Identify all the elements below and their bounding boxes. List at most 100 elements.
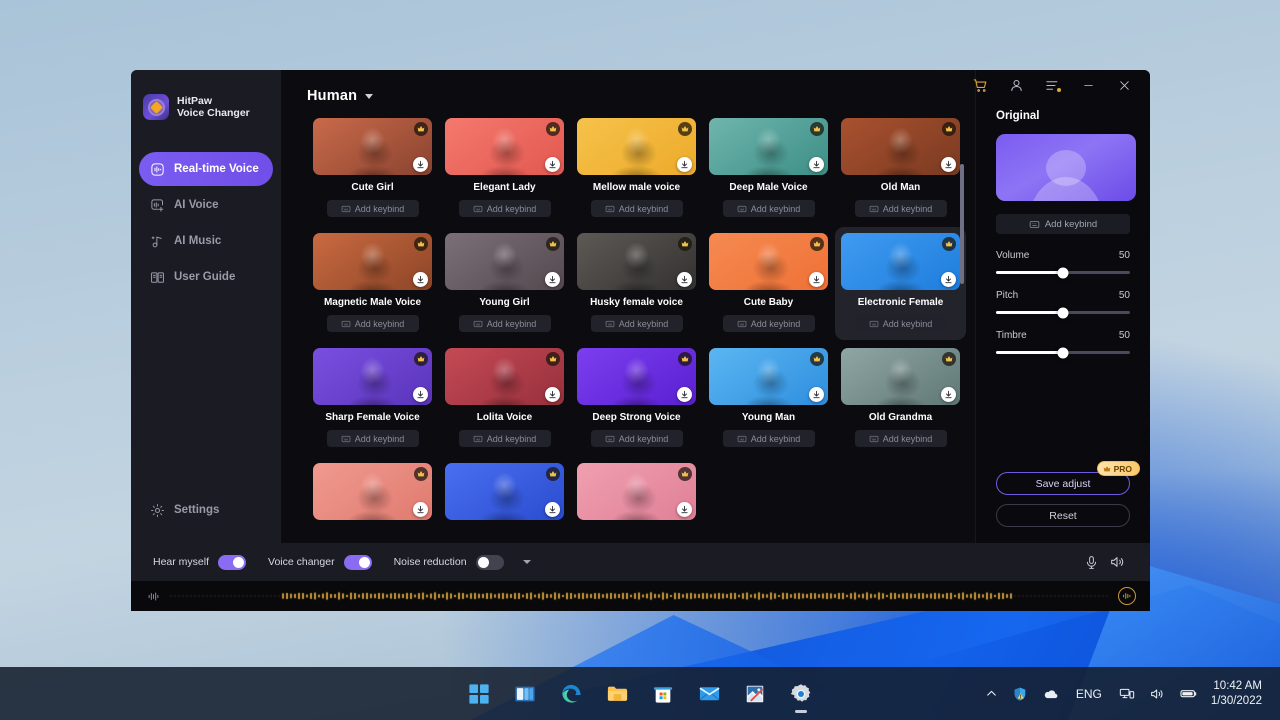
download-icon[interactable] [809,157,824,172]
voice-card[interactable]: Old Man Add keybind [835,112,966,225]
waveform-level-indicator[interactable] [1118,587,1136,605]
file-explorer-icon[interactable] [594,671,640,717]
download-icon[interactable] [941,157,956,172]
sidebar-item-user-guide[interactable]: User Guide [139,260,273,294]
onedrive-icon[interactable] [1035,674,1066,714]
microsoft-store-icon[interactable] [640,671,686,717]
minimize-icon[interactable] [1070,70,1106,100]
battery-icon[interactable] [1172,674,1205,714]
scrollbar-thumb[interactable] [960,164,964,284]
voice-grid-scroll-area[interactable]: Cute Girl Add keybind Elegant Lady Add keyb… [281,112,975,543]
show-hidden-icons-icon[interactable] [978,674,1005,714]
download-icon[interactable] [677,502,692,517]
slider-value: 50 [1118,290,1130,301]
sidebar-item-ai-voice[interactable]: AI Voice [139,188,273,222]
add-keybind-button[interactable]: Add keybind [722,430,815,447]
download-icon[interactable] [677,272,692,287]
mail-icon[interactable] [686,671,732,717]
download-icon[interactable] [677,157,692,172]
panel-add-keybind-button[interactable]: Add keybind [996,214,1130,234]
sidebar-item-real-time-voice[interactable]: Real-time Voice [139,152,273,186]
download-icon[interactable] [677,387,692,402]
voice-changer-switch[interactable] [343,554,372,570]
account-icon[interactable] [998,70,1034,100]
add-keybind-button[interactable]: Add keybind [458,430,551,447]
voice-card[interactable]: Husky female voice Add keybind [571,227,702,340]
settings-icon[interactable] [778,671,824,717]
noise-reduction-chevron-down-icon[interactable] [522,560,531,564]
voice-grid-scrollbar[interactable] [960,112,964,543]
photos-icon[interactable] [732,671,778,717]
voice-card[interactable] [571,457,702,528]
voice-card[interactable]: Old Grandma Add keybind [835,342,966,455]
download-icon[interactable] [413,272,428,287]
voice-card[interactable]: Deep Male Voice Add keybind [703,112,834,225]
add-keybind-button[interactable]: Add keybind [326,430,419,447]
download-icon[interactable] [413,502,428,517]
slider-handle[interactable] [1057,307,1069,318]
sidebar-item-ai-music[interactable]: AI Music [139,224,273,258]
add-keybind-button[interactable]: Add keybind [590,200,683,217]
voice-card[interactable]: Cute Girl Add keybind [307,112,438,225]
download-icon[interactable] [545,502,560,517]
add-keybind-button[interactable]: Add keybind [854,430,947,447]
speaker-icon[interactable] [1104,549,1130,575]
add-keybind-button[interactable]: Add keybind [854,315,947,332]
voice-card[interactable]: Young Girl Add keybind [439,227,570,340]
noise-reduction-switch[interactable] [475,554,504,570]
slider-handle[interactable] [1057,267,1069,278]
voice-card[interactable]: Deep Strong Voice Add keybind [571,342,702,455]
download-icon[interactable] [941,272,956,287]
crown-icon [414,237,428,251]
add-keybind-button[interactable]: Add keybind [722,200,815,217]
add-keybind-button[interactable]: Add keybind [722,315,815,332]
windows-security-icon[interactable] [1005,674,1035,714]
download-icon[interactable] [545,157,560,172]
add-keybind-button[interactable]: Add keybind [458,315,551,332]
voice-card[interactable]: Cute Baby Add keybind [703,227,834,340]
add-keybind-button[interactable]: Add keybind [854,200,947,217]
clock[interactable]: 10:42 AM 1/30/2022 [1205,679,1272,709]
download-icon[interactable] [545,387,560,402]
slider-handle[interactable] [1057,347,1069,358]
category-dropdown[interactable]: Human [307,88,374,104]
close-icon[interactable] [1106,70,1142,100]
voice-card[interactable]: Sharp Female Voice Add keybind [307,342,438,455]
download-icon[interactable] [809,387,824,402]
voice-card[interactable]: Young Man Add keybind [703,342,834,455]
voice-card[interactable] [439,457,570,528]
slider-track[interactable] [996,307,1130,318]
voice-card[interactable] [307,457,438,528]
menu-icon[interactable] [1034,70,1070,100]
start-icon[interactable] [456,671,502,717]
voice-card-name: Cute Girl [351,182,394,193]
voice-card[interactable]: Electronic Female Add keybind [835,227,966,340]
voice-card[interactable]: Mellow male voice Add keybind [571,112,702,225]
volume-icon[interactable] [1142,674,1172,714]
edge-icon[interactable] [548,671,594,717]
voice-card[interactable]: Lolita Voice Add keybind [439,342,570,455]
add-keybind-button[interactable]: Add keybind [326,200,419,217]
voice-card[interactable]: Magnetic Male Voice Add keybind [307,227,438,340]
add-keybind-button[interactable]: Add keybind [458,200,551,217]
add-keybind-button[interactable]: Add keybind [590,315,683,332]
task-view-icon[interactable] [502,671,548,717]
slider-track[interactable] [996,267,1130,278]
network-icon[interactable] [1112,674,1142,714]
add-keybind-button[interactable]: Add keybind [590,430,683,447]
download-icon[interactable] [545,272,560,287]
slider-track[interactable] [996,347,1130,358]
cart-icon[interactable] [962,70,998,100]
download-icon[interactable] [413,387,428,402]
hear-myself-switch[interactable] [218,554,247,570]
download-icon[interactable] [941,387,956,402]
add-keybind-button[interactable]: Add keybind [326,315,419,332]
reset-button[interactable]: Reset [996,504,1130,527]
voice-card[interactable]: Elegant Lady Add keybind [439,112,570,225]
audio-waveform-bar [131,581,1150,611]
microphone-icon[interactable] [1078,549,1104,575]
sidebar-item-settings[interactable]: Settings [139,493,273,527]
language-indicator[interactable]: ENG [1066,687,1112,701]
download-icon[interactable] [809,272,824,287]
download-icon[interactable] [413,157,428,172]
